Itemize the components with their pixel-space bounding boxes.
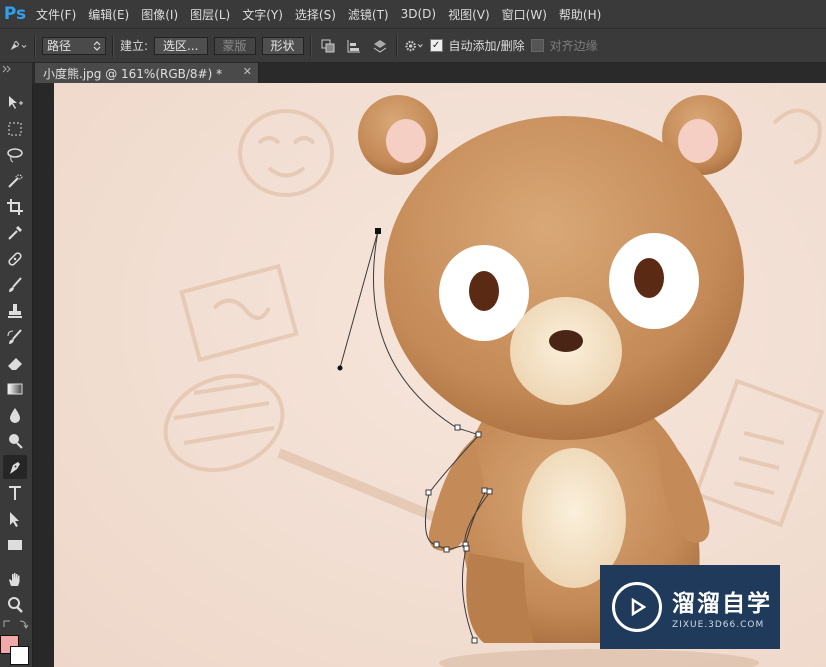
pen-tool-icon (10, 40, 27, 50)
menu-help[interactable]: 帮助(H) (553, 6, 607, 23)
path-operations-icon (321, 39, 335, 52)
align-edges-checkbox[interactable] (530, 39, 544, 52)
mode-select[interactable]: 路径 (42, 36, 106, 55)
path-operations-button[interactable] (318, 36, 338, 56)
eyedropper-tool[interactable] (3, 221, 27, 245)
lasso-tool-icon (7, 148, 23, 163)
history-brush-tool[interactable] (3, 325, 27, 349)
eyedropper-icon (8, 226, 22, 240)
blur-drop-icon (10, 408, 20, 423)
make-mask-button[interactable]: 蒙版 (213, 36, 256, 55)
document-tab-title: 小度熊.jpg @ 161%(RGB/8#) * (43, 66, 223, 81)
auto-add-delete-label: 自动添加/删除 (448, 39, 525, 53)
eraser-icon (8, 358, 22, 370)
collapse-icon (2, 65, 11, 73)
menu-view[interactable]: 视图(V) (442, 6, 496, 23)
background-color-swatch[interactable] (10, 646, 29, 665)
crop-tool[interactable] (3, 195, 27, 219)
path-arrangement-icon (373, 39, 386, 53)
menu-select[interactable]: 选择(S) (289, 6, 342, 23)
make-shape-button[interactable]: 形状 (261, 36, 304, 55)
path-arrangement-button[interactable] (370, 36, 390, 56)
marquee-tool-icon (8, 122, 22, 136)
type-tool-icon (9, 486, 21, 500)
menu-3d[interactable]: 3D(D) (395, 7, 442, 21)
align-edges-label: 对齐边缘 (549, 39, 598, 53)
hand-tool[interactable] (3, 567, 27, 591)
gear-icon (404, 40, 423, 51)
stamp-icon (8, 304, 22, 318)
watermark: 溜溜自学 ZIXUE.3D66.COM (600, 565, 780, 649)
brush-tool[interactable] (3, 273, 27, 297)
pen-tool[interactable] (3, 455, 27, 479)
separator (395, 34, 398, 57)
path-selection-icon (10, 512, 19, 527)
document-tab[interactable]: 小度熊.jpg @ 161%(RGB/8#) * ✕ (35, 63, 259, 83)
options-bar: 路径 建立: 选区... 蒙版 形状 ✓ 自动添加/删除 对齐边缘 (0, 28, 826, 62)
hand-icon (9, 573, 20, 586)
photoshop-logo: Ps (3, 4, 27, 24)
watermark-title: 溜溜自学 (672, 591, 772, 617)
document-tab-strip: 小度熊.jpg @ 161%(RGB/8#) * ✕ (32, 63, 826, 83)
gradient-icon (7, 383, 23, 395)
clone-stamp-tool[interactable] (3, 299, 27, 323)
pen-tool-icon (10, 462, 20, 474)
dodge-icon (9, 434, 23, 449)
lasso-tool[interactable] (3, 143, 27, 167)
menu-type[interactable]: 文字(Y) (236, 6, 289, 23)
healing-brush-tool[interactable] (3, 247, 27, 271)
path-selection-tool[interactable] (3, 507, 27, 531)
swap-colors-icon[interactable] (0, 617, 32, 631)
make-selection-button[interactable]: 选区... (154, 36, 208, 55)
history-brush-icon (7, 329, 22, 344)
quick-selection-icon (8, 174, 23, 188)
move-tool-icon (9, 96, 23, 109)
marquee-tool[interactable] (3, 117, 27, 141)
quick-selection-tool[interactable] (3, 169, 27, 193)
rectangle-tool[interactable] (3, 533, 27, 557)
menu-window[interactable]: 窗口(W) (496, 6, 553, 23)
gradient-tool[interactable] (3, 377, 27, 401)
blur-tool[interactable] (3, 403, 27, 427)
separator (34, 34, 36, 57)
separator (309, 34, 312, 57)
brush-icon (9, 277, 22, 292)
eraser-tool[interactable] (3, 351, 27, 375)
workspace-margin (33, 83, 54, 667)
path-alignment-icon (347, 39, 360, 52)
play-logo-icon (612, 582, 662, 632)
menu-bar: Ps 文件(F) 编辑(E) 图像(I) 图层(L) 文字(Y) 选择(S) 滤… (0, 0, 826, 28)
tool-preset-picker[interactable] (8, 36, 28, 56)
auto-add-delete-checkbox[interactable]: ✓ (429, 39, 443, 52)
close-icon[interactable]: ✕ (243, 65, 252, 78)
type-tool[interactable] (3, 481, 27, 505)
bandage-icon (8, 252, 22, 266)
make-label: 建立: (120, 39, 149, 53)
zoom-tool[interactable] (3, 593, 27, 617)
watermark-text: 溜溜自学 ZIXUE.3D66.COM (672, 584, 772, 630)
path-alignment-button[interactable] (344, 36, 364, 56)
crop-tool-icon (7, 199, 23, 215)
toolbox (0, 63, 33, 667)
mode-value: 路径 (47, 39, 72, 53)
rectangle-icon (8, 540, 22, 550)
settings-button[interactable] (404, 36, 424, 56)
watermark-url: ZIXUE.3D66.COM (672, 620, 765, 630)
separator (112, 34, 114, 57)
zoom-icon (8, 597, 23, 613)
menu-file[interactable]: 文件(F) (30, 6, 82, 23)
menu-layer[interactable]: 图层(L) (184, 6, 236, 23)
menu-edit[interactable]: 编辑(E) (82, 6, 135, 23)
updown-icon (93, 40, 101, 51)
menu-filter[interactable]: 滤镜(T) (342, 6, 395, 23)
menu-image[interactable]: 图像(I) (135, 6, 184, 23)
dodge-tool[interactable] (3, 429, 27, 453)
move-tool[interactable] (3, 91, 27, 115)
